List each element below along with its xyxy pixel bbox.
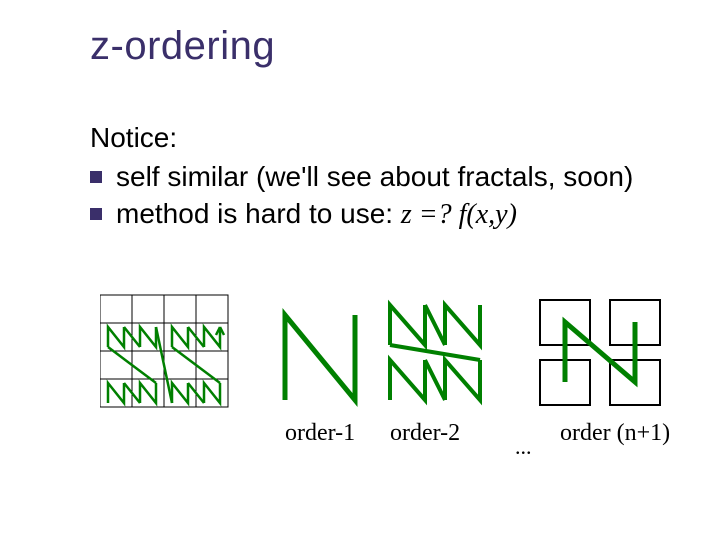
slide-title: z-ordering xyxy=(90,24,275,69)
slide: z-ordering Notice: self similar (we'll s… xyxy=(0,0,720,540)
bullet-text: method is hard to use: z =? f(x,y) xyxy=(116,196,660,232)
z-ordern-icon xyxy=(540,300,660,405)
notice-label: Notice: xyxy=(90,120,660,155)
bullet-item: method is hard to use: z =? f(x,y) xyxy=(90,196,660,232)
figure-row: order-1 order-2 ... order (n+1) xyxy=(100,290,700,510)
caption-order2: order-2 xyxy=(390,420,460,447)
body-text: Notice: self similar (we'll see about fr… xyxy=(90,120,660,232)
figures-svg xyxy=(100,290,700,420)
z-order2-icon xyxy=(390,305,480,400)
formula: z =? f(x,y) xyxy=(401,199,517,230)
caption-ordern: order (n+1) xyxy=(560,420,670,447)
square-bullet-icon xyxy=(90,208,102,220)
caption-order1: order-1 xyxy=(285,420,355,447)
caption-dots: ... xyxy=(515,434,532,460)
bullet-item: self similar (we'll see about fractals, … xyxy=(90,159,660,194)
square-bullet-icon xyxy=(90,171,102,183)
z-arrows-4x4 xyxy=(108,327,224,403)
z-order1-icon xyxy=(285,315,355,400)
bullet-text-part: method is hard to use: xyxy=(116,198,401,229)
bullet-text: self similar (we'll see about fractals, … xyxy=(116,159,660,194)
